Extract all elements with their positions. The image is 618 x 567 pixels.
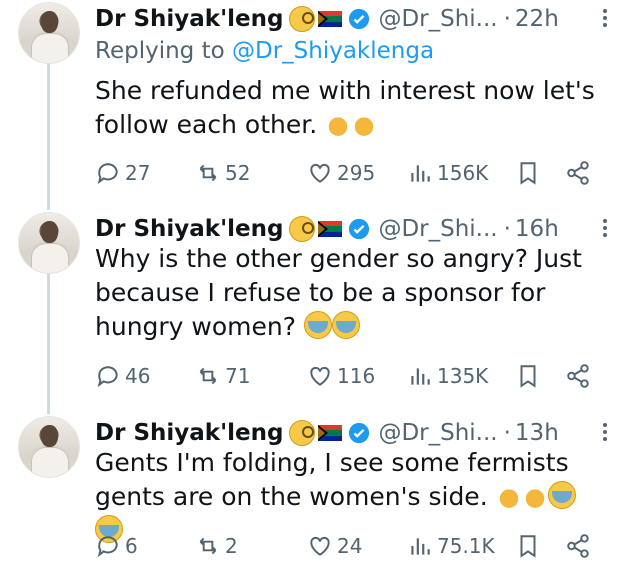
retweet-icon [199,164,217,182]
tweet[interactable]: Dr Shiyak'leng @Dr_Shi... · 16h Why is t… [0,212,618,392]
view-count: 156K [437,161,489,185]
name-emojis [289,216,343,242]
south-africa-flag-icon [318,221,343,237]
share-icon [567,534,589,558]
monocle-face-emoji-icon [289,216,316,242]
separator-dot: · [503,420,511,446]
sob-emoji-icon [331,311,360,339]
view-count: 75.1K [437,534,495,558]
bookmark-icon [520,162,536,185]
pray-emoji-icon [351,111,378,137]
tweet[interactable]: Dr Shiyak'leng @Dr_Shi... · 13h Gents I'… [0,416,618,566]
tweet-header: Dr Shiyak'leng @Dr_Shi... · 13h [95,416,608,450]
avatar[interactable] [18,416,80,478]
name-emojis [289,420,343,446]
name-emojis [289,6,343,32]
verified-badge-icon [349,218,370,240]
retweet-count: 71 [225,364,251,388]
sob-emoji-icon [303,311,332,339]
display-name[interactable]: Dr Shiyak'leng [95,6,283,32]
pray-emoji-icon [325,111,352,137]
retweet-icon [199,537,217,555]
view-count: 135K [437,364,489,388]
views-icon [411,368,430,385]
tweet-header: Dr Shiyak'leng @Dr_Shi... · 22h [95,2,608,36]
reply-count: 27 [125,161,151,185]
bookmark-button[interactable] [515,158,541,188]
separator-dot: · [503,6,511,32]
reply-button[interactable]: 46 [95,361,150,391]
share-icon [567,364,589,388]
south-africa-flag-icon [318,425,343,441]
more-options-icon[interactable] [602,420,608,444]
replying-to-handle[interactable]: @Dr_Shiyaklenga [232,38,434,64]
timestamp[interactable]: 13h [515,420,559,446]
bookmark-icon [520,535,536,558]
retweet-button[interactable]: 71 [195,361,250,391]
retweet-button[interactable]: 2 [195,531,238,561]
tweet-actions: 6 2 24 75.1K [95,531,595,561]
separator-dot: · [503,216,511,242]
south-africa-flag-icon [318,11,343,27]
reply-icon [97,366,118,388]
tweet-actions: 27 52 295 156K [95,158,595,188]
reply-icon [97,163,118,185]
like-button[interactable]: 295 [307,158,375,188]
pray-emoji-icon [495,483,522,509]
heart-icon [310,366,330,386]
retweet-icon [199,367,217,385]
reply-button[interactable]: 27 [95,158,150,188]
views-button[interactable]: 135K [407,361,488,391]
more-options-icon[interactable] [602,216,608,240]
avatar[interactable] [18,212,80,274]
monocle-face-emoji-icon [289,6,316,32]
display-name[interactable]: Dr Shiyak'leng [95,420,283,446]
replying-to-label: Replying to [95,38,232,64]
timestamp[interactable]: 22h [515,6,559,32]
share-button[interactable] [565,361,591,391]
user-handle[interactable]: @Dr_Shi... [378,420,497,446]
retweet-count: 52 [225,161,251,185]
tweet-text: She refunded me with interest now let's … [95,74,602,142]
reply-button[interactable]: 6 [95,531,138,561]
replying-to: Replying to @Dr_Shiyaklenga [95,38,434,64]
share-button[interactable] [565,158,591,188]
share-button[interactable] [565,531,591,561]
views-button[interactable]: 156K [407,158,488,188]
monocle-face-emoji-icon [289,420,316,446]
timestamp[interactable]: 16h [515,216,559,242]
more-options-icon[interactable] [602,6,608,30]
reply-icon [97,536,118,558]
share-icon [567,161,589,185]
avatar[interactable] [18,2,80,64]
like-button[interactable]: 116 [307,361,375,391]
tweet-header: Dr Shiyak'leng @Dr_Shi... · 16h [95,212,608,246]
heart-icon [310,163,330,183]
views-button[interactable]: 75.1K [407,531,495,561]
retweet-button[interactable]: 52 [195,158,250,188]
reply-count: 46 [125,364,151,388]
bookmark-button[interactable] [515,531,541,561]
tweet-actions: 46 71 116 135K [95,361,595,391]
bookmark-button[interactable] [515,361,541,391]
user-handle[interactable]: @Dr_Shi... [378,216,497,242]
user-handle[interactable]: @Dr_Shi... [378,6,497,32]
views-icon [411,165,430,182]
sob-emoji-icon [547,481,576,509]
tweet-text: Why is the other gender so angry? Just b… [95,242,602,344]
views-icon [411,538,430,555]
tweet[interactable]: Dr Shiyak'leng @Dr_Shi... · 22h Replying… [0,2,618,192]
verified-badge-icon [349,422,370,444]
retweet-count: 2 [225,534,238,558]
like-count: 24 [337,534,363,558]
like-count: 295 [337,161,376,185]
pray-emoji-icon [521,483,548,509]
like-count: 116 [337,364,376,388]
verified-badge-icon [349,8,370,30]
reply-count: 6 [125,534,138,558]
bookmark-icon [520,365,536,388]
heart-icon [310,536,330,556]
like-button[interactable]: 24 [307,531,362,561]
display-name[interactable]: Dr Shiyak'leng [95,216,283,242]
